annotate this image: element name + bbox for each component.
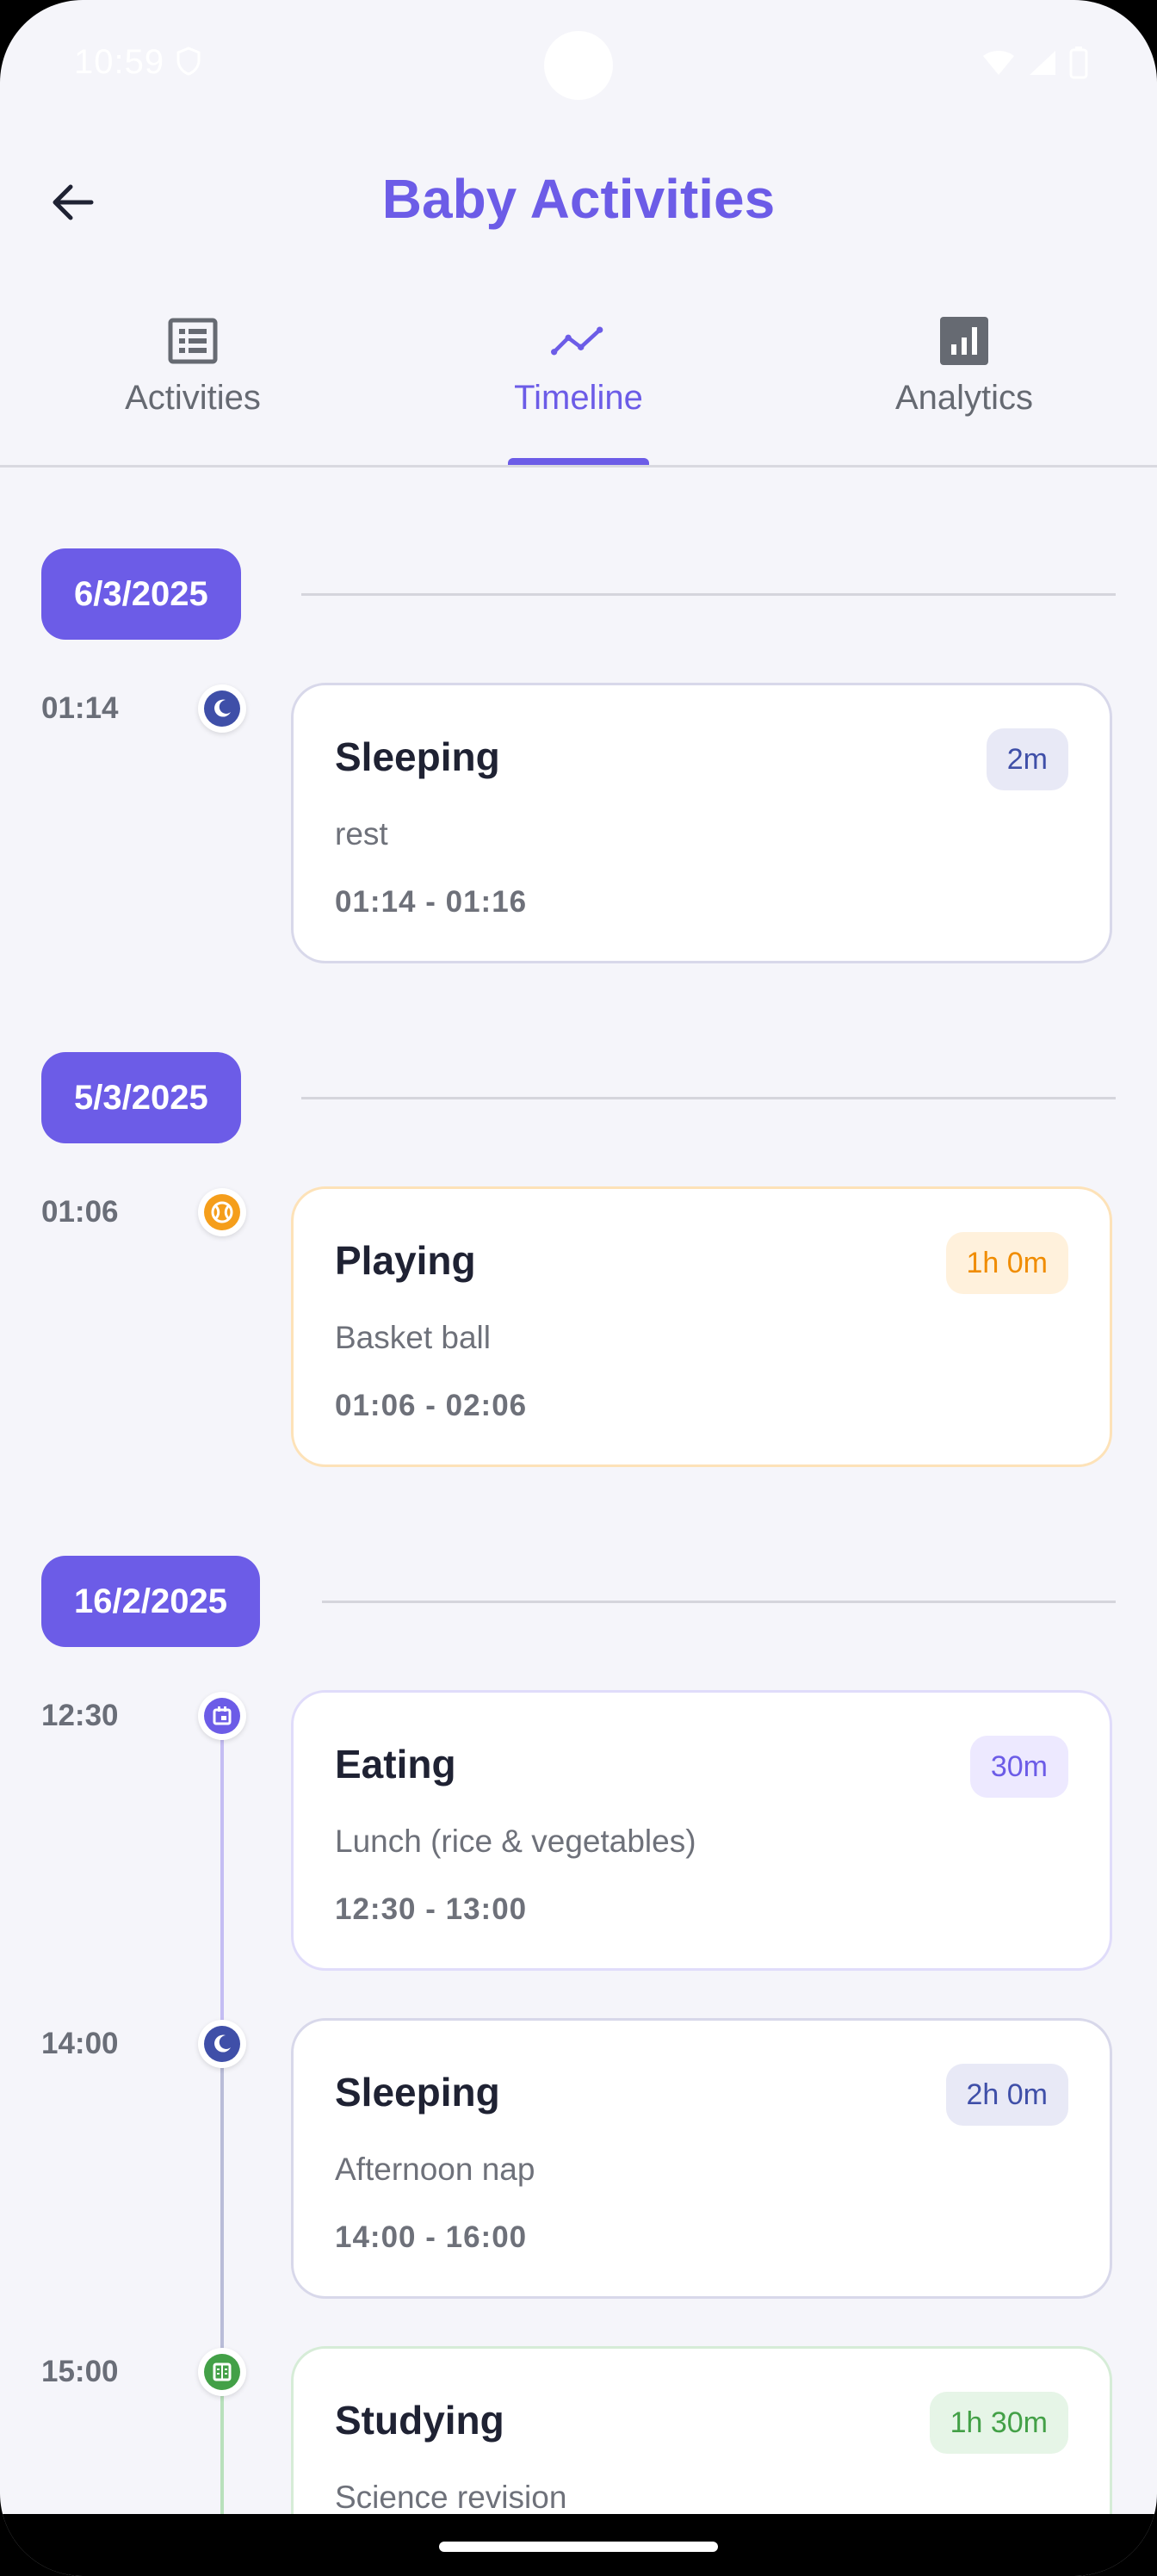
shield-icon [176, 46, 201, 76]
activity-card[interactable]: Playing 1h 0m Basket ball 01:06 - 02:06 [291, 1186, 1112, 1467]
timeline-icon [551, 313, 606, 368]
book-icon [204, 2354, 240, 2390]
date-chip: 6/3/2025 [41, 548, 241, 640]
timeline-node [198, 1188, 246, 1236]
timeline-connector [220, 1716, 224, 2044]
activity-card[interactable]: Studying 1h 30m Science revision [291, 2346, 1112, 2514]
activity-title: Sleeping [335, 2070, 500, 2115]
tab-indicator [508, 458, 649, 465]
status-bar: 10:59 [0, 0, 1157, 129]
tab-label: Activities [125, 379, 261, 417]
tab-timeline[interactable]: Timeline [386, 293, 771, 465]
date-divider [322, 1601, 1116, 1603]
timeline-node [198, 684, 246, 733]
activity-note: Afternoon nap [335, 2152, 535, 2187]
list-icon [165, 313, 220, 368]
date-chip: 5/3/2025 [41, 1052, 241, 1143]
activity-title: Eating [335, 1742, 456, 1786]
bar-chart-icon [937, 313, 992, 368]
app-bar: Baby Activities [0, 146, 1157, 258]
activity-note: Lunch (rice & vegetables) [335, 1824, 696, 1859]
battery-icon [1069, 46, 1088, 79]
tab-bar: Activities Timeline Analytics [0, 293, 1157, 468]
tab-analytics[interactable]: Analytics [771, 293, 1157, 465]
tab-label: Analytics [894, 379, 1034, 417]
entry-time: 12:30 [41, 1699, 119, 1732]
signal-icon [1030, 51, 1055, 75]
activity-note: rest [335, 816, 388, 851]
duration-badge: 1h 30m [929, 2392, 1068, 2454]
duration-badge: 30m [969, 1736, 1068, 1798]
date-chip: 16/2/2025 [41, 1556, 260, 1647]
activity-title: Sleeping [335, 734, 500, 779]
timeline-node [198, 1692, 246, 1740]
system-nav-bar [0, 2514, 1157, 2576]
status-time: 10:59 [74, 43, 165, 81]
activity-title: Studying [335, 2398, 504, 2443]
moon-icon [204, 690, 240, 727]
activity-title: Playing [335, 1238, 476, 1283]
activity-time-range: 01:06 - 02:06 [335, 1389, 528, 1422]
status-icons [981, 46, 1088, 79]
entry-time: 01:14 [41, 691, 119, 725]
activity-card[interactable]: Eating 30m Lunch (rice & vegetables) 12:… [291, 1690, 1112, 1971]
duration-badge: 2h 0m [945, 2064, 1068, 2126]
activity-card[interactable]: Sleeping 2m rest 01:14 - 01:16 [291, 683, 1112, 963]
duration-badge: 2m [986, 728, 1068, 790]
entry-time: 14:00 [41, 2027, 119, 2060]
activity-time-range: 12:30 - 13:00 [335, 1892, 528, 1926]
entry-time: 15:00 [41, 2355, 119, 2388]
activity-note: Science revision [335, 2480, 567, 2514]
screen: 10:59 Baby Activities Activities Timelin… [0, 0, 1157, 2576]
timeline-node [198, 2020, 246, 2068]
activity-time-range: 14:00 - 16:00 [335, 2220, 528, 2254]
moon-icon [204, 2026, 240, 2062]
timeline-node [198, 2348, 246, 2396]
page-title: Baby Activities [381, 168, 776, 230]
tab-label: Timeline [514, 379, 643, 417]
camera-cutout [544, 31, 613, 100]
timeline-connector [220, 2044, 224, 2372]
activity-note: Basket ball [335, 1320, 491, 1355]
entry-time: 01:06 [41, 1195, 119, 1229]
wifi-icon [983, 51, 1014, 75]
activity-time-range: 01:14 - 01:16 [335, 885, 528, 919]
activity-card[interactable]: Sleeping 2h 0m Afternoon nap 14:00 - 16:… [291, 2018, 1112, 2299]
timeline-list[interactable]: 6/3/2025 01:14 Sleeping 2m rest 01:14 - … [0, 468, 1157, 2514]
home-handle[interactable] [439, 2542, 718, 2552]
date-divider [301, 1097, 1116, 1099]
date-divider [301, 593, 1116, 596]
tab-activities[interactable]: Activities [0, 293, 386, 465]
duration-badge: 1h 0m [945, 1232, 1068, 1294]
meal-icon [204, 1698, 240, 1734]
ball-icon [204, 1194, 240, 1230]
